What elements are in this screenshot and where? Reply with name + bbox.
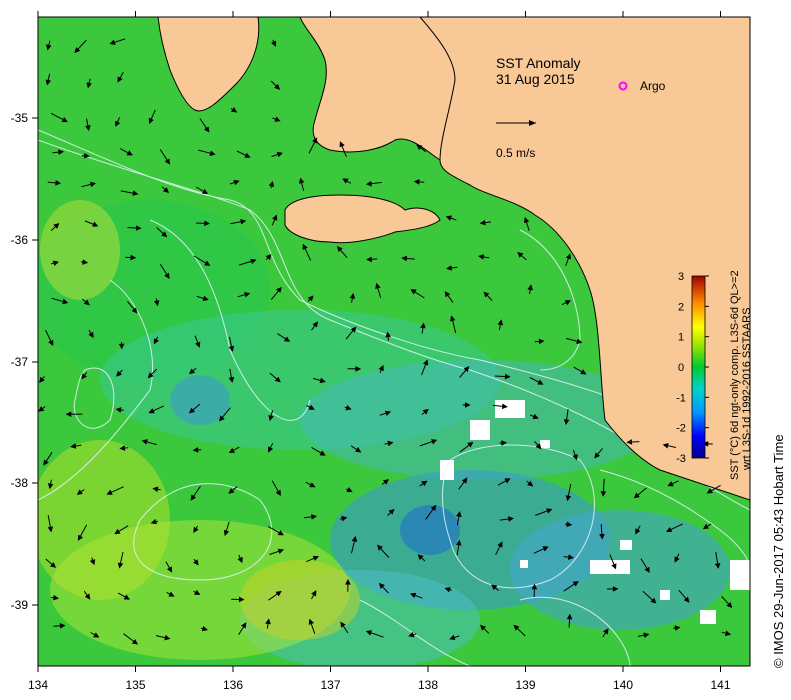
colorbar-tick-label: -3 [676,453,686,465]
colorbar-tick-label: -1 [676,392,686,404]
x-tick-label: 136 [223,678,243,692]
x-tick-label: 138 [418,678,438,692]
y-tick-label: -39 [11,598,29,612]
y-tick-label: -37 [11,355,29,369]
colorbar-tick-label: 0 [678,362,684,374]
x-tick-label: 140 [613,678,633,692]
colorbar-label-line2: wrt L3S-1d 1992-2016 SSTAARS [741,308,753,471]
map-plot-area [38,17,750,666]
x-tick-label: 134 [28,678,48,692]
map-title: SST Anomaly [496,55,581,71]
y-axis: -35 -36 -37 -38 -39 [11,111,38,612]
credit-text: © IMOS 29-Jun-2017 05:43 Hobart Time [771,434,786,668]
colorbar-tick-label: 1 [678,332,684,344]
x-tick-label: 137 [320,678,340,692]
map-date: 31 Aug 2015 [496,71,575,87]
y-tick-label: -38 [11,476,29,490]
colorbar-tick-label: 2 [678,301,684,313]
x-tick-label: 139 [515,678,535,692]
colorbar-gradient [691,275,706,459]
y-tick-label: -35 [11,111,29,125]
colorbar-label-line1: SST (°C) 6d ngt-only comp. L3S-6d QL>=2 [729,270,741,480]
argo-label: Argo [640,79,666,93]
x-tick-label: 141 [710,678,730,692]
scale-label: 0.5 m/s [496,146,535,160]
colorbar-tick-label: 3 [678,271,684,283]
y-tick-label: -36 [11,233,29,247]
colorbar-tick-label: -2 [676,423,686,435]
sst-anomaly-map: 134 135 136 137 138 139 140 141 -35 -36 -37 -38 -39… [11,11,786,692]
x-tick-label: 135 [125,678,145,692]
